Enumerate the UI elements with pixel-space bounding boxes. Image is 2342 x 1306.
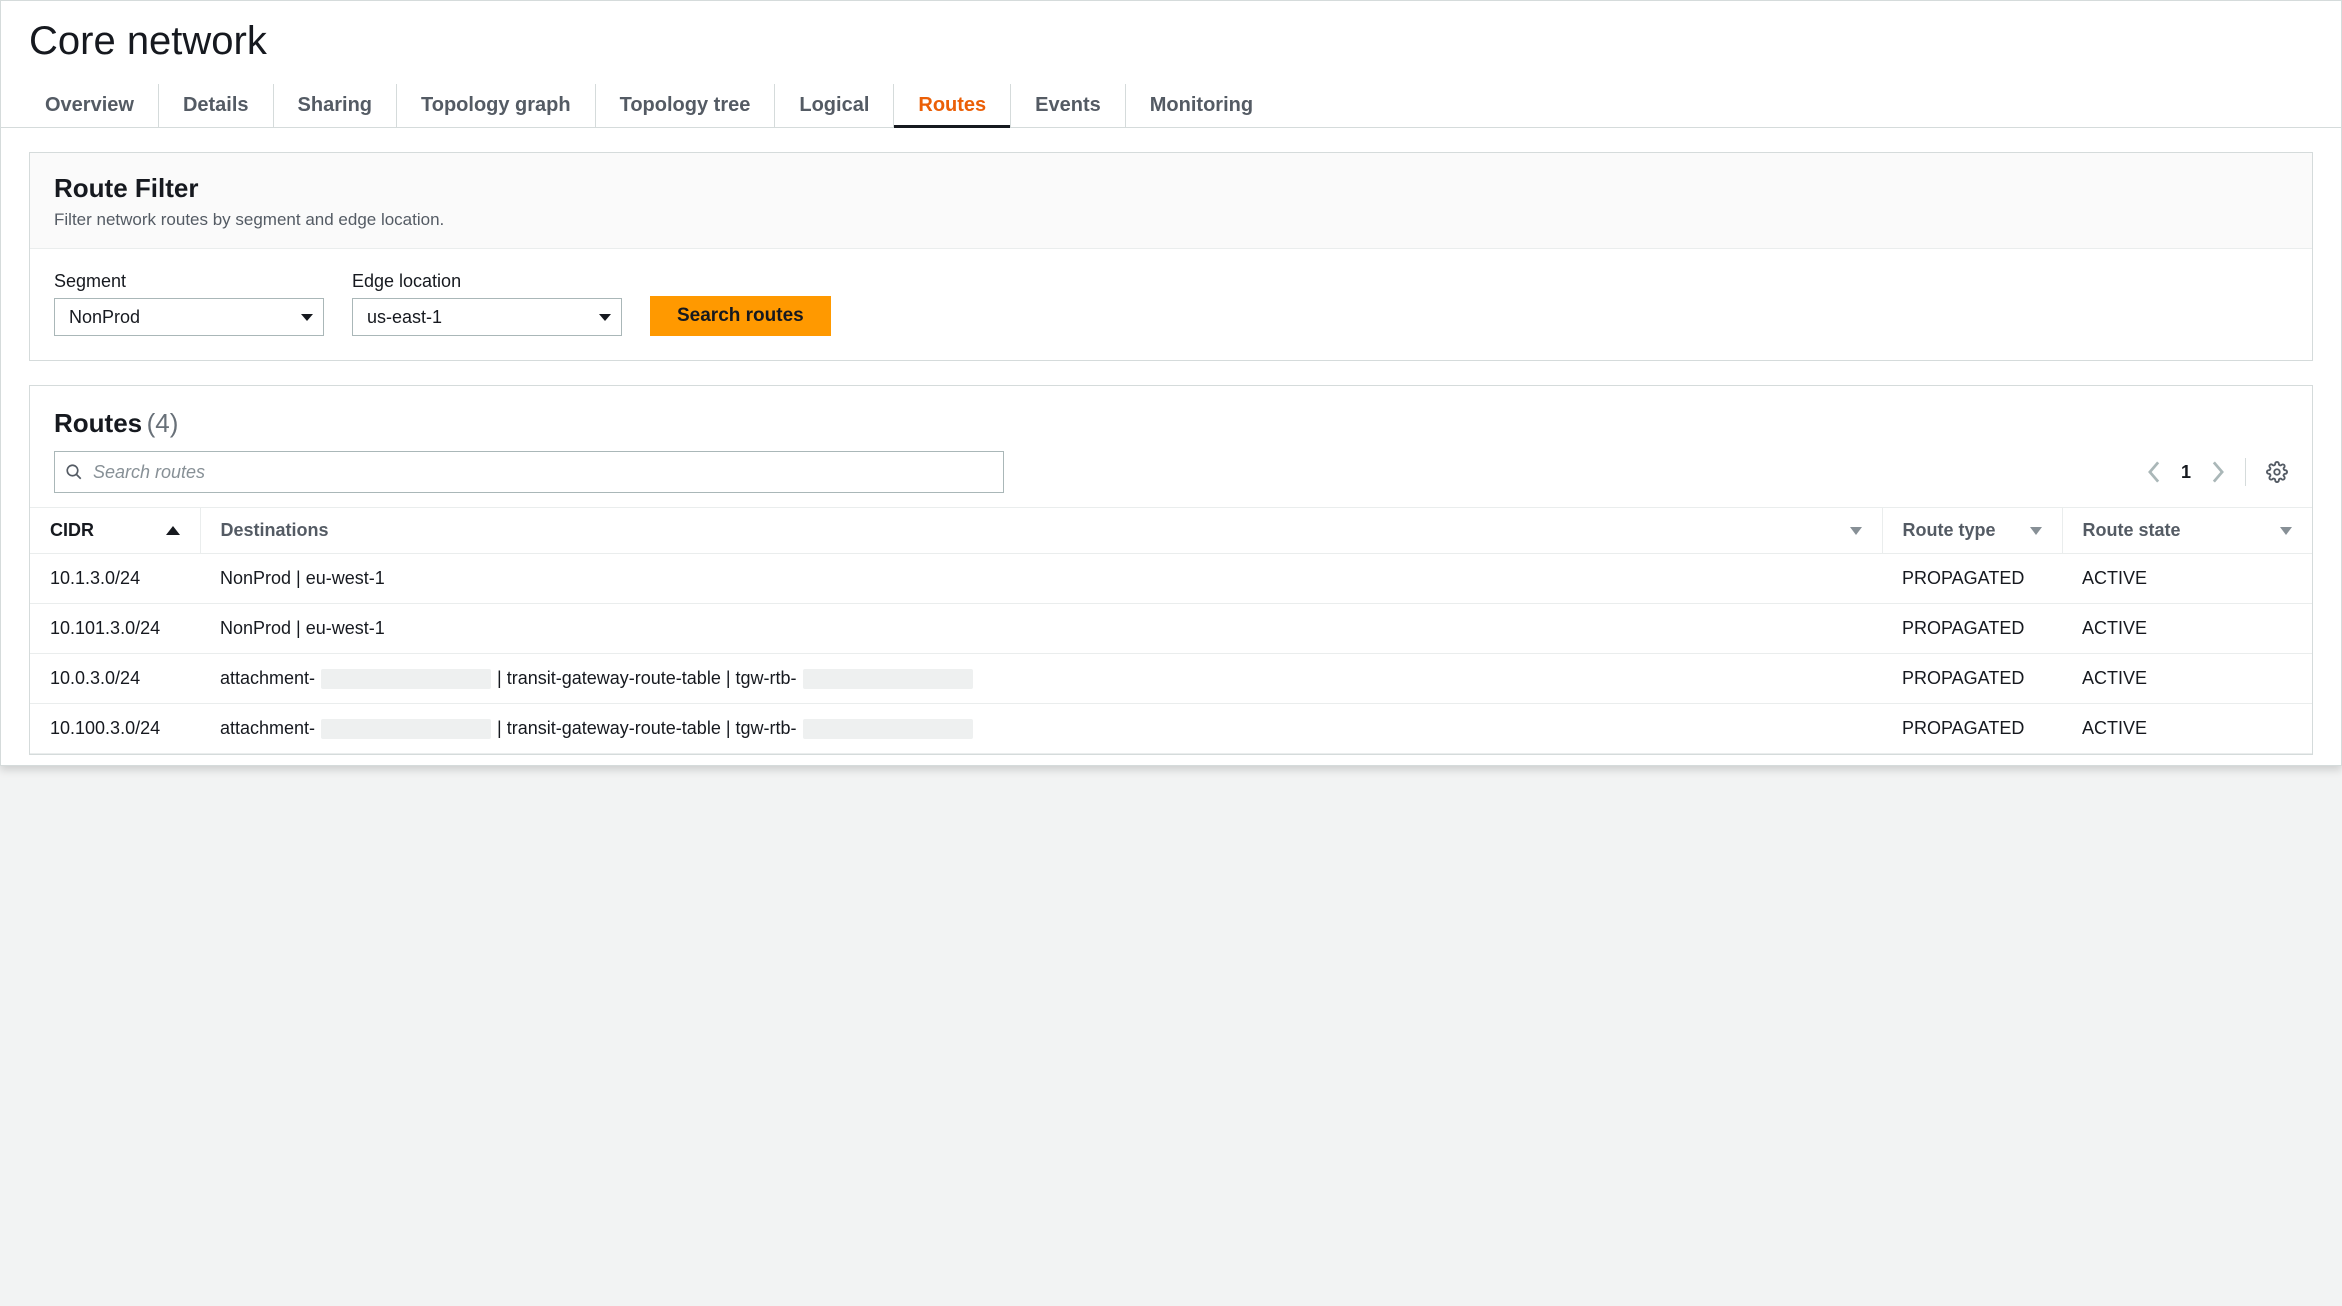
- segment-field: Segment NonProd: [54, 271, 324, 336]
- sort-asc-icon: [166, 526, 180, 535]
- cell-cidr: 10.0.3.0/24: [30, 654, 200, 704]
- pagination: 1: [2147, 458, 2288, 486]
- cell-destinations: attachment- | transit-gateway-route-tabl…: [200, 654, 1882, 704]
- col-route-type[interactable]: Route type: [1882, 508, 2062, 554]
- core-network-page: Core network OverviewDetailsSharingTopol…: [0, 0, 2342, 766]
- routes-header: Routes (4): [30, 386, 2312, 451]
- edge-location-label: Edge location: [352, 271, 622, 292]
- col-destinations[interactable]: Destinations: [200, 508, 1882, 554]
- destination-text: NonProd | eu-west-1: [220, 618, 385, 639]
- redacted-segment: [803, 719, 973, 739]
- cell-route-type: PROPAGATED: [1882, 554, 2062, 604]
- routes-panel: Routes (4) 1: [29, 385, 2313, 755]
- routes-title: Routes: [54, 408, 142, 438]
- table-row: 10.1.3.0/24 NonProd | eu-west-1 PROPAGATED…: [30, 554, 2312, 604]
- search-icon: [65, 463, 83, 481]
- edge-location-field: Edge location us-east-1: [352, 271, 622, 336]
- routes-search-wrap[interactable]: [54, 451, 1004, 493]
- tab-topology-tree[interactable]: Topology tree: [595, 84, 775, 127]
- route-filter-title: Route Filter: [54, 173, 2288, 204]
- cell-destinations: NonProd | eu-west-1: [200, 604, 1882, 654]
- edge-location-value: us-east-1: [367, 307, 442, 328]
- destination-text: attachment-: [220, 668, 315, 689]
- segment-value: NonProd: [69, 307, 140, 328]
- table-row: 10.101.3.0/24 NonProd | eu-west-1 PROPAGAT…: [30, 604, 2312, 654]
- search-routes-button[interactable]: Search routes: [650, 296, 831, 336]
- filter-icon: [1850, 527, 1862, 535]
- current-page: 1: [2181, 462, 2191, 483]
- destination-text: NonProd | eu-west-1: [220, 568, 385, 589]
- route-filter-header: Route Filter Filter network routes by se…: [30, 153, 2312, 249]
- col-route-state-label: Route state: [2083, 520, 2181, 541]
- cell-route-type: PROPAGATED: [1882, 654, 2062, 704]
- cell-route-type: PROPAGATED: [1882, 604, 2062, 654]
- cell-cidr: 10.100.3.0/24: [30, 704, 200, 754]
- tab-routes[interactable]: Routes: [893, 84, 1010, 127]
- table-row: 10.0.3.0/24attachment- | transit-gateway…: [30, 654, 2312, 704]
- cell-cidr: 10.1.3.0/24: [30, 554, 200, 604]
- route-filter-panel: Route Filter Filter network routes by se…: [29, 152, 2313, 361]
- chevron-right-icon: [2211, 461, 2225, 483]
- destination-text: attachment-: [220, 718, 315, 739]
- tab-topology-graph[interactable]: Topology graph: [396, 84, 595, 127]
- tab-monitoring[interactable]: Monitoring: [1125, 84, 1277, 127]
- filter-icon: [2280, 527, 2292, 535]
- tab-overview[interactable]: Overview: [29, 84, 158, 127]
- prev-page-button[interactable]: [2147, 461, 2161, 483]
- cell-route-state: ACTIVE: [2062, 554, 2312, 604]
- caret-down-icon: [301, 314, 313, 321]
- next-page-button[interactable]: [2211, 461, 2225, 483]
- settings-button[interactable]: [2266, 461, 2288, 483]
- col-destinations-label: Destinations: [221, 520, 329, 541]
- col-route-state[interactable]: Route state: [2062, 508, 2312, 554]
- redacted-segment: [803, 669, 973, 689]
- edge-location-select[interactable]: us-east-1: [352, 298, 622, 336]
- caret-down-icon: [599, 314, 611, 321]
- routes-toolbar: 1: [30, 451, 2312, 507]
- gear-icon: [2266, 461, 2288, 483]
- cell-route-state: ACTIVE: [2062, 704, 2312, 754]
- tab-logical[interactable]: Logical: [774, 84, 893, 127]
- destination-text: | transit-gateway-route-table | tgw-rtb-: [497, 718, 796, 739]
- divider: [2245, 458, 2246, 486]
- table-row: 10.100.3.0/24attachment- | transit-gatew…: [30, 704, 2312, 754]
- cell-route-state: ACTIVE: [2062, 604, 2312, 654]
- route-filter-description: Filter network routes by segment and edg…: [54, 210, 2288, 230]
- chevron-left-icon: [2147, 461, 2161, 483]
- segment-label: Segment: [54, 271, 324, 292]
- routes-search-input[interactable]: [83, 462, 993, 483]
- col-route-type-label: Route type: [1903, 520, 1996, 541]
- cell-destinations: attachment- | transit-gateway-route-tabl…: [200, 704, 1882, 754]
- cell-cidr: 10.101.3.0/24: [30, 604, 200, 654]
- segment-select[interactable]: NonProd: [54, 298, 324, 336]
- filter-icon: [2030, 527, 2042, 535]
- redacted-segment: [321, 669, 491, 689]
- routes-table: CIDR Destinations Route type: [30, 507, 2312, 754]
- tab-bar: OverviewDetailsSharingTopology graphTopo…: [1, 64, 2341, 128]
- redacted-segment: [321, 719, 491, 739]
- destination-text: | transit-gateway-route-table | tgw-rtb-: [497, 668, 796, 689]
- cell-route-state: ACTIVE: [2062, 654, 2312, 704]
- cell-destinations: NonProd | eu-west-1: [200, 554, 1882, 604]
- tab-events[interactable]: Events: [1010, 84, 1125, 127]
- routes-count: (4): [147, 408, 179, 438]
- cell-route-type: PROPAGATED: [1882, 704, 2062, 754]
- col-cidr[interactable]: CIDR: [30, 508, 200, 554]
- tab-sharing[interactable]: Sharing: [273, 84, 396, 127]
- route-filter-body: Segment NonProd Edge location us-east-1 …: [30, 249, 2312, 360]
- tab-details[interactable]: Details: [158, 84, 273, 127]
- page-title: Core network: [1, 1, 2341, 64]
- col-cidr-label: CIDR: [50, 520, 94, 541]
